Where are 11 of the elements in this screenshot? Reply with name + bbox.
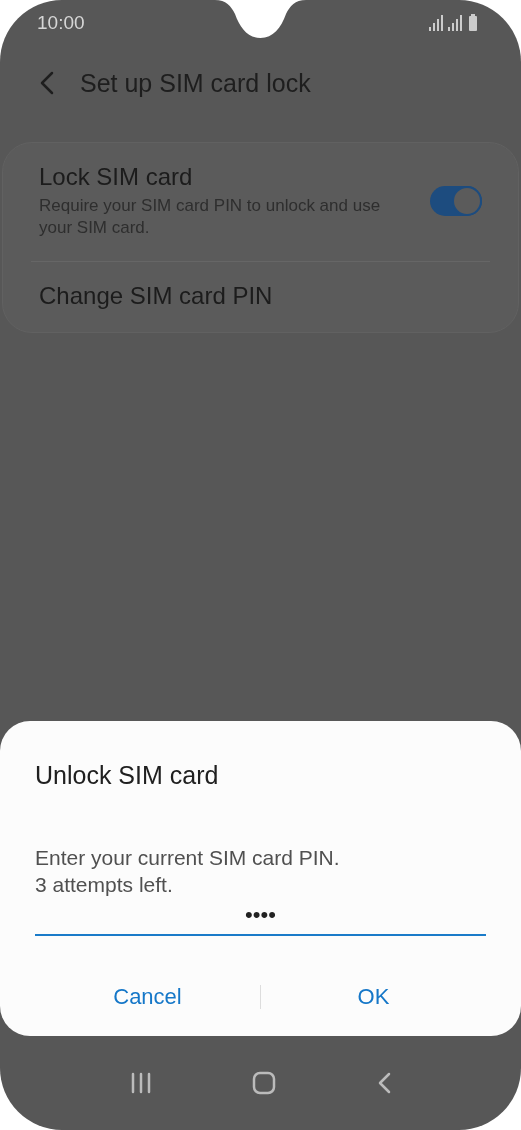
dialog-button[interactable]: OK [261,972,486,1022]
dialog-message: 3 attempts left. [35,872,174,898]
status-time: 10:00 [37,11,85,34]
toggle-switch[interactable] [430,186,482,216]
screen-title: Set up SIM card lock [80,68,311,98]
dialog-title: Unlock SIM card [35,761,220,790]
setting-title[interactable]: Change SIM card PIN [39,282,273,310]
setting-title: Lock SIM card [39,163,194,191]
dialog-message: Enter your current SIM card PIN. [35,845,341,871]
dialog-button[interactable]: Cancel [35,972,260,1022]
pin-field[interactable]: •••• [35,902,486,936]
